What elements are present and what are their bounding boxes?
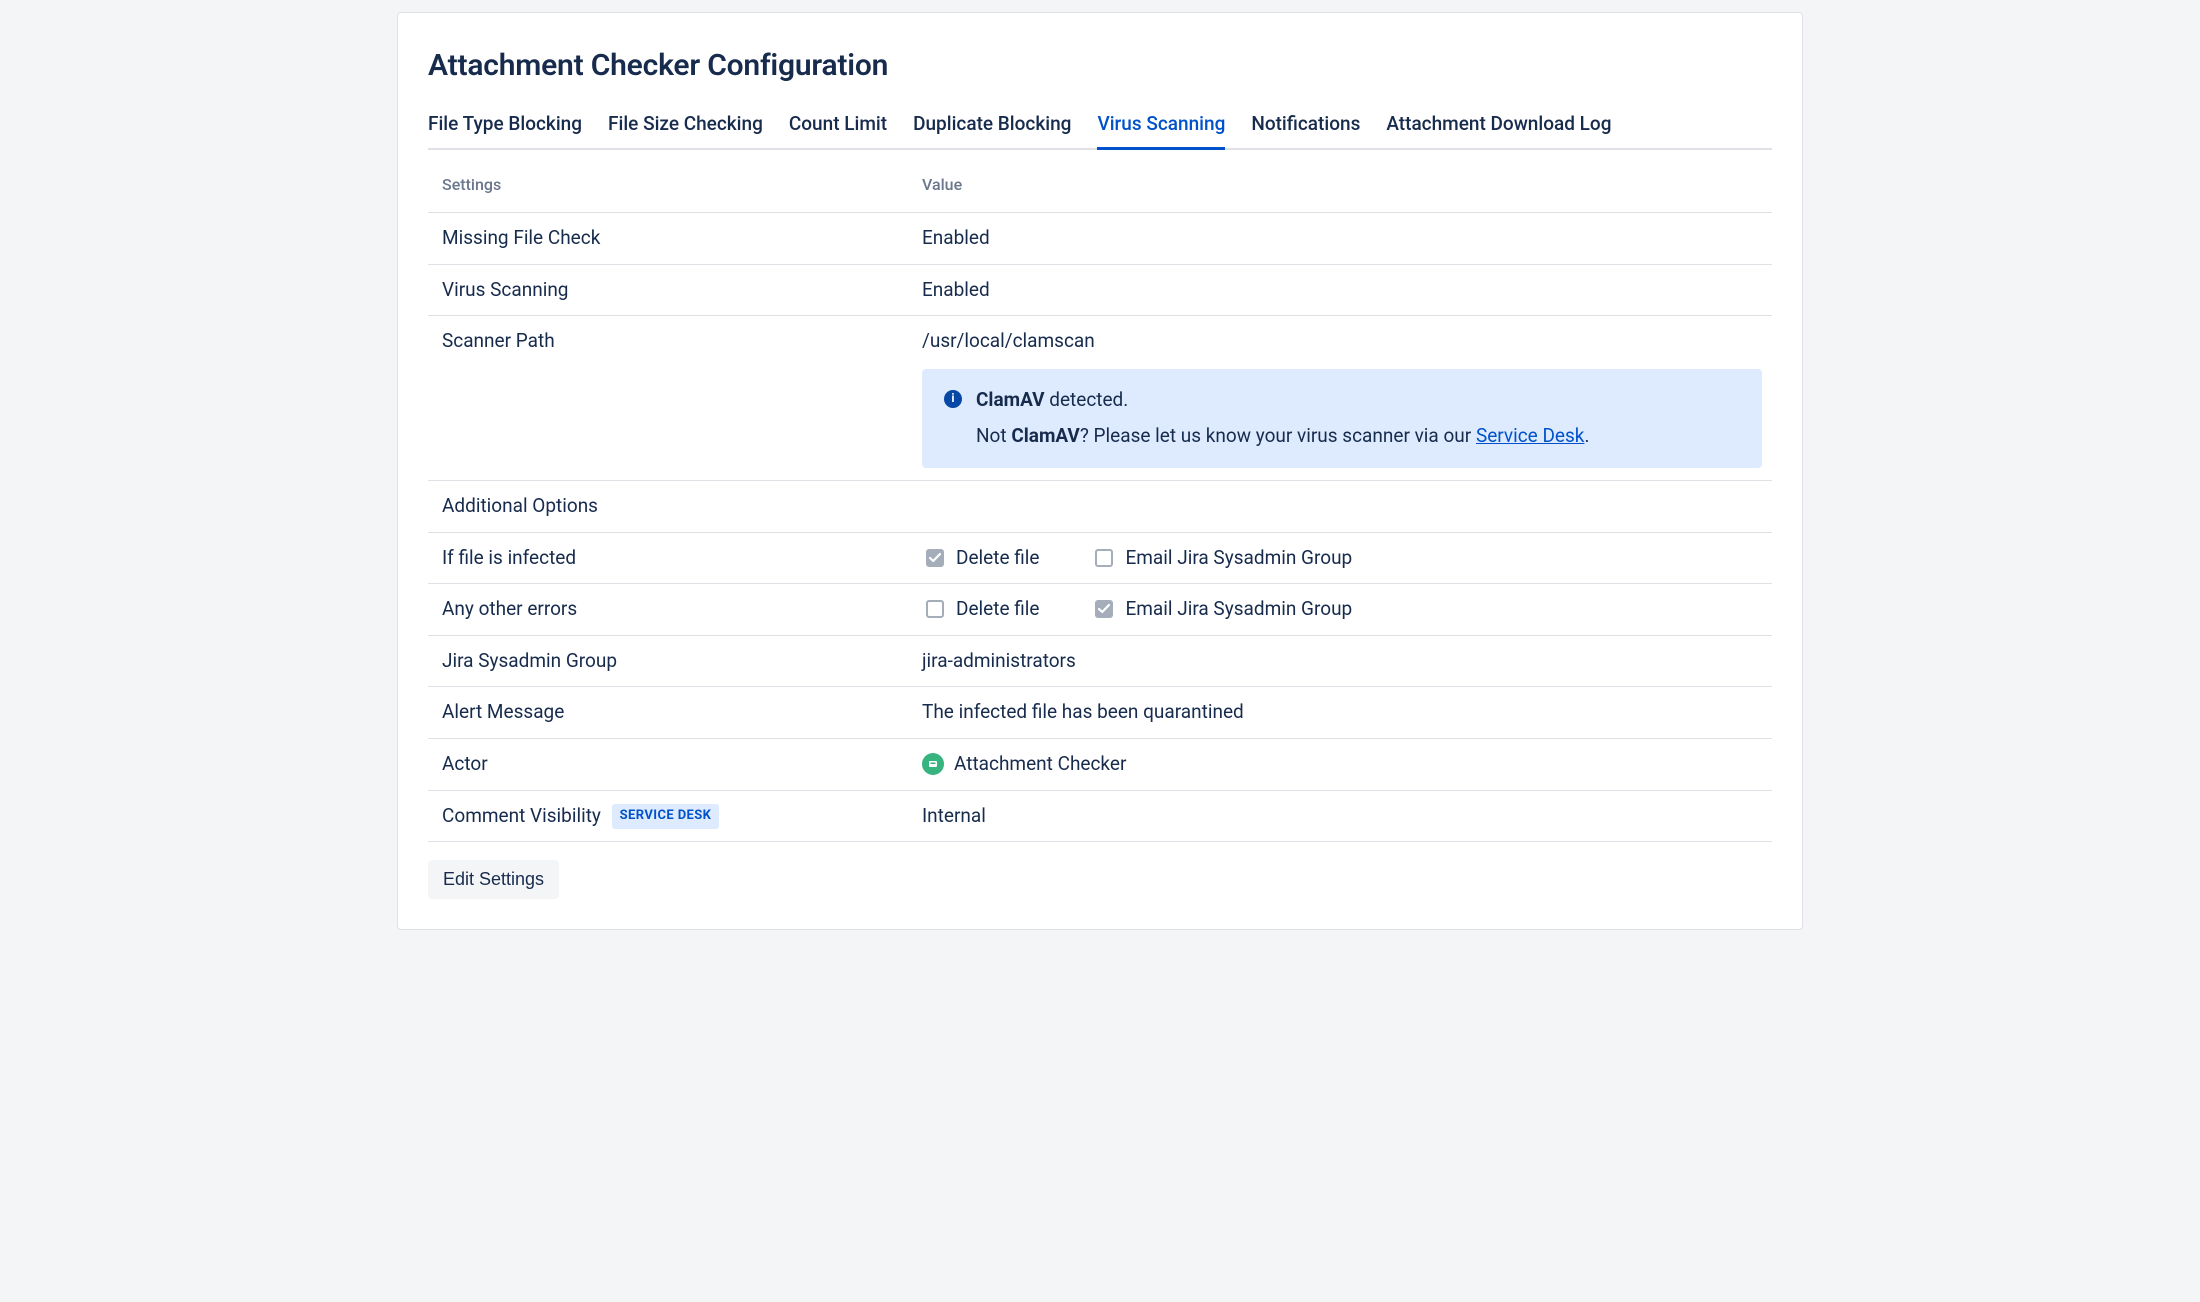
column-header-value: Value (908, 158, 1772, 213)
setting-label: If file is infected (428, 532, 908, 584)
service-desk-link[interactable]: Service Desk (1476, 424, 1585, 447)
info-line2-strong: ClamAV (1011, 424, 1080, 447)
checkbox-label: Delete file (956, 596, 1039, 623)
checkbox-errors-delete[interactable] (926, 600, 944, 618)
checkbox-infected-email[interactable] (1095, 549, 1113, 567)
column-header-settings: Settings (428, 158, 908, 213)
setting-value: Delete file Email Jira Sysadmin Group (908, 584, 1772, 636)
table-row-sysadmin-group: Jira Sysadmin Group jira-administrators (428, 635, 1772, 687)
setting-label: Virus Scanning (428, 264, 908, 316)
tab-attachment-download-log[interactable]: Attachment Download Log (1386, 105, 1611, 148)
info-line2-post: . (1584, 424, 1589, 447)
tab-duplicate-blocking[interactable]: Duplicate Blocking (913, 105, 1071, 148)
setting-label: Jira Sysadmin Group (428, 635, 908, 687)
tab-file-type-blocking[interactable]: File Type Blocking (428, 105, 582, 148)
table-row-any-other-errors: Any other errors Delete file (428, 584, 1772, 636)
check-icon (929, 552, 941, 564)
setting-value: Delete file Email Jira Sysadmin Group (908, 532, 1772, 584)
setting-label: Actor (428, 738, 908, 790)
setting-label: Alert Message (428, 687, 908, 739)
setting-label: Any other errors (428, 584, 908, 636)
checkbox-label: Email Jira Sysadmin Group (1125, 545, 1352, 572)
table-row-scanner-path: Scanner Path /usr/local/clamscan i ClamA… (428, 316, 1772, 481)
scanner-path-value: /usr/local/clamscan (922, 329, 1095, 352)
info-line2-mid: ? Please let us know your virus scanner … (1080, 424, 1476, 447)
info-line2-pre: Not (976, 424, 1011, 447)
setting-label: Missing File Check (428, 212, 908, 264)
info-body: ClamAV detected. Not ClamAV? Please let … (976, 387, 1740, 450)
table-row-missing-file-check: Missing File Check Enabled (428, 212, 1772, 264)
tab-bar: File Type Blocking File Size Checking Co… (428, 105, 1772, 150)
setting-value: Attachment Checker (908, 738, 1772, 790)
table-row-additional-options: Additional Options (428, 480, 1772, 532)
checkbox-label: Delete file (956, 545, 1039, 572)
table-row-actor: Actor Attachment Checker (428, 738, 1772, 790)
actor-avatar-icon (922, 753, 944, 775)
checkbox-errors-email[interactable] (1095, 600, 1113, 618)
table-row-comment-visibility: Comment Visibility SERVICE DESK Internal (428, 790, 1772, 842)
page-title: Attachment Checker Configuration (428, 45, 1772, 87)
setting-label: Scanner Path (428, 316, 908, 481)
setting-value: Enabled (908, 264, 1772, 316)
info-line1-strong: ClamAV (976, 388, 1045, 411)
settings-table: Settings Value Missing File Check Enable… (428, 158, 1772, 843)
table-row-if-infected: If file is infected Delete file (428, 532, 1772, 584)
service-desk-badge: SERVICE DESK (612, 804, 720, 828)
info-icon: i (944, 390, 962, 408)
info-line1-rest: detected. (1045, 388, 1129, 411)
setting-value: /usr/local/clamscan i ClamAV detected. N… (908, 316, 1772, 481)
comment-visibility-label: Comment Visibility (442, 804, 601, 827)
setting-label: Additional Options (428, 480, 908, 532)
setting-label: Comment Visibility SERVICE DESK (428, 790, 908, 842)
checkbox-label: Email Jira Sysadmin Group (1125, 596, 1352, 623)
checkbox-infected-delete[interactable] (926, 549, 944, 567)
table-row-virus-scanning: Virus Scanning Enabled (428, 264, 1772, 316)
config-card: Attachment Checker Configuration File Ty… (397, 12, 1803, 930)
setting-value: Internal (908, 790, 1772, 842)
tab-file-size-checking[interactable]: File Size Checking (608, 105, 763, 148)
clamav-info-panel: i ClamAV detected. Not ClamAV? Please le… (922, 369, 1762, 468)
edit-settings-button[interactable]: Edit Settings (428, 860, 559, 899)
setting-value: Enabled (908, 212, 1772, 264)
tab-notifications[interactable]: Notifications (1251, 105, 1360, 148)
setting-value: The infected file has been quarantined (908, 687, 1772, 739)
actor-name: Attachment Checker (954, 751, 1126, 778)
check-icon (1098, 603, 1110, 615)
tab-virus-scanning[interactable]: Virus Scanning (1097, 105, 1225, 148)
setting-value: jira-administrators (908, 635, 1772, 687)
setting-value (908, 480, 1772, 532)
table-row-alert-message: Alert Message The infected file has been… (428, 687, 1772, 739)
tab-count-limit[interactable]: Count Limit (789, 105, 887, 148)
